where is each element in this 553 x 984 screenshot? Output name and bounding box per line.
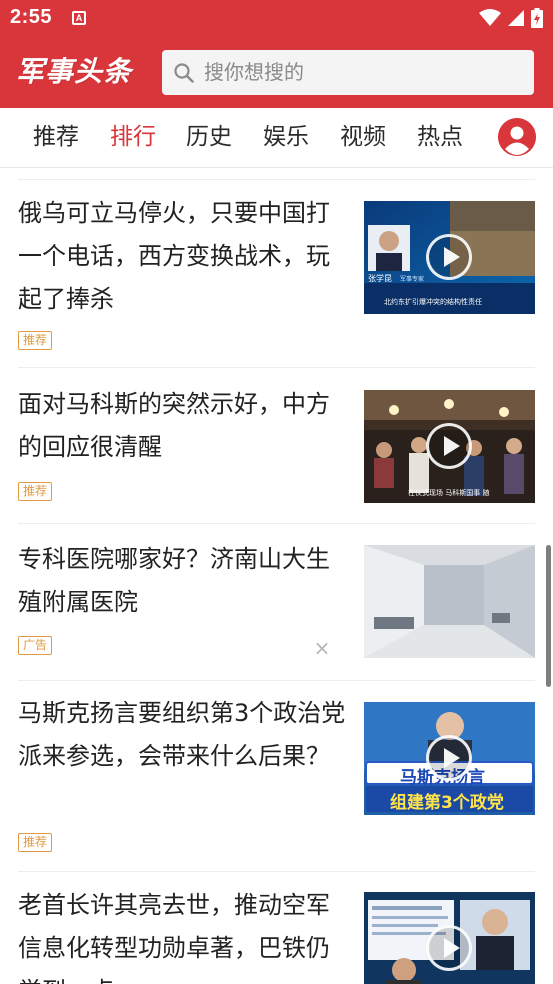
thumbnail-caption: 在仪式现场 马科斯国事 随 [408, 489, 490, 497]
news-badge: 推荐 [18, 833, 53, 852]
app-logo: 军事头条 [16, 55, 133, 88]
close-icon[interactable]: × [313, 638, 331, 658]
app-header: 军事头条 搜你想搜的 [0, 36, 553, 108]
ad-thumbnail[interactable] [364, 545, 535, 658]
ad-badge: 广告 [18, 636, 53, 655]
category-tabs: 推荐 排行 历史 娱乐 视频 热点 [0, 108, 553, 168]
news-thumbnail[interactable]: 在仪式现场 马科斯国事 随 [364, 390, 535, 503]
thumbnail-person-name: 张学昆 [368, 274, 392, 283]
status-icons [479, 8, 543, 28]
tab-recommend[interactable]: 推荐 [33, 122, 79, 152]
divider [18, 680, 535, 681]
app-screen: 2:55 A 军事头条 搜你想搜的 推荐 排行 历史 娱乐 视频 热点 俄乌可立… [0, 0, 553, 984]
news-badge: 推荐 [18, 482, 53, 501]
search-icon [174, 63, 194, 83]
news-title[interactable]: 马斯克扬言要组织第3个政治党派来参选，会带来什么后果？ [18, 692, 348, 778]
status-bar: 2:55 A [0, 0, 553, 36]
scrollbar[interactable] [546, 545, 551, 687]
news-badge: 推荐 [18, 331, 53, 350]
status-time: 2:55 [10, 6, 53, 28]
tab-ranking[interactable]: 排行 [110, 122, 156, 152]
search-input[interactable]: 搜你想搜的 [162, 50, 534, 95]
battery-icon [531, 8, 543, 28]
play-icon [426, 423, 472, 469]
news-title[interactable]: 俄乌可立马停火，只要中国打一个电话，西方变换战术，玩起了捧杀 [18, 192, 348, 321]
divider [18, 367, 535, 368]
news-title[interactable]: 老首长许其亮去世，推动空军信息化转型功勋卓著，巴铁仍觉到一点 [18, 884, 348, 984]
tab-hot[interactable]: 热点 [417, 122, 463, 152]
news-thumbnail[interactable] [364, 892, 535, 984]
notification-icon: A [72, 11, 86, 25]
divider [18, 179, 535, 180]
news-feed[interactable]: 俄乌可立马停火，只要中国打一个电话，西方变换战术，玩起了捧杀 推荐 张学昆 军事… [0, 168, 553, 984]
user-avatar-icon[interactable] [498, 118, 536, 156]
ad-title[interactable]: 专科医院哪家好？济南山大生殖附属医院 [18, 538, 348, 624]
news-thumbnail[interactable]: 张学昆 军事专家 北约东扩引爆冲突的结构性责任 [364, 201, 535, 314]
play-icon [426, 234, 472, 280]
news-title[interactable]: 面对马科斯的突然示好，中方的回应很清醒 [18, 383, 348, 469]
tab-entertainment[interactable]: 娱乐 [263, 122, 309, 152]
wifi-icon [479, 9, 501, 26]
play-icon [426, 925, 472, 971]
thumbnail-caption: 北约东扩引爆冲突的结构性责任 [384, 298, 482, 306]
search-placeholder: 搜你想搜的 [204, 60, 304, 84]
divider [18, 523, 535, 524]
tab-history[interactable]: 历史 [186, 122, 232, 152]
thumbnail-image [364, 545, 535, 658]
tab-video[interactable]: 视频 [340, 122, 386, 152]
thumbnail-subheadline: 组建第3个政党 [390, 793, 504, 813]
play-icon [426, 735, 472, 781]
signal-icon [508, 10, 524, 26]
news-thumbnail[interactable]: 马斯克扬言 组建第3个政党 [364, 702, 535, 815]
divider [18, 871, 535, 872]
thumbnail-person-title: 军事专家 [400, 276, 425, 283]
